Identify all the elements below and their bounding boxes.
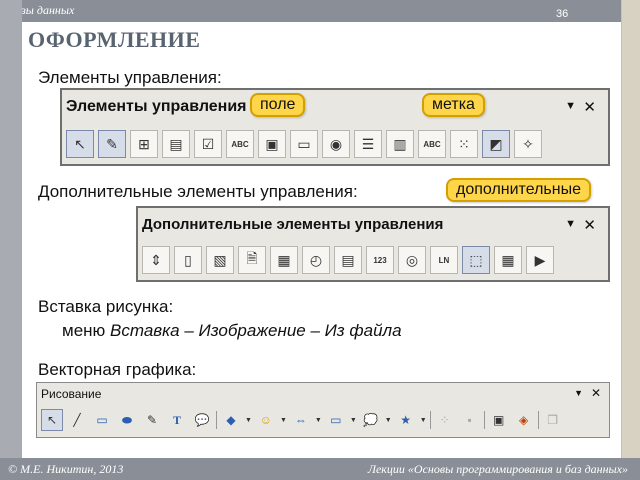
navigation-bar-icon[interactable]: ▶ [526,246,554,274]
numeric-field-icon[interactable]: ▤ [334,246,362,274]
stars-icon[interactable]: ★ [395,409,417,431]
separator [483,411,485,429]
separator [216,411,217,429]
text-glyph: T [172,412,181,427]
basic-shapes-icon[interactable]: ◆ [220,409,242,431]
form-controls-toolbar: Элементы управления ▼ ✕ ↖ ✎ ⊞ ▤ ☑ ABC ▣ … [60,88,610,166]
slide-title: ОФОРМЛЕНИЕ [28,27,201,52]
table-control-icon[interactable]: ▦ [494,246,522,274]
callout-label: метка [422,93,485,117]
spin-button-icon[interactable]: ⇕ [142,246,170,274]
push-button-icon[interactable]: ▭ [290,130,318,158]
design-mode-icon[interactable]: ✎ [98,130,126,158]
label-icon[interactable]: ABC [418,130,446,158]
menu-path-line: меню Вставка – Изображение – Из файла [62,321,402,341]
slide-top-bar: Базы данных [0,0,640,22]
scrollbar-icon[interactable]: ▯ [174,246,202,274]
toolbar-buttons: ↖ ╱ ▭ ⬬ ✎ T 💬 ◆ ▼ ☺ ▼ ⇔ ▼ ▭ ▼ 💭 ▼ ★ ▼ ⁘ ▪ ▣ ◈ … [41,409,564,431]
dropdown-arrow-icon[interactable]: ▼ [350,417,357,424]
slide-bottom-bar: © М.Е. Никитин, 2013 Лекции «Основы прог… [0,458,640,480]
properties-icon[interactable]: ▤ [162,130,190,158]
symbol-shapes-icon[interactable]: ☺ [255,409,277,431]
date-field-icon[interactable]: ▦ [270,246,298,274]
pattern-glyph: LN [438,255,450,265]
menu-path: Вставка – Изображение – Из файла [110,321,402,340]
slide-right-bar [621,0,640,480]
points-icon[interactable]: ⁘ [434,409,456,431]
combobox-icon[interactable]: ▥ [386,130,414,158]
from-file-icon[interactable]: ◈ [513,409,535,431]
file-selection-icon[interactable]: 🗎 [238,246,266,274]
more-controls-toolbar: Дополнительные элементы управления ▼ ✕ ⇕… [136,206,610,282]
image-control-icon[interactable]: ▧ [206,246,234,274]
dropdown-arrow-icon[interactable]: ▼ [280,417,287,424]
formatted-glyph: 123 [373,255,387,265]
textbox-icon[interactable]: ABC [226,130,254,158]
extra-controls-label: Дополнительные элементы управления: [38,182,358,201]
toolbar-menu-icon[interactable]: ▼ [565,218,576,230]
callout-icon[interactable]: 💬 [191,409,213,431]
extrusion-icon[interactable]: ❐ [542,409,564,431]
menu-prefix: меню [62,321,111,340]
block-arrows-icon[interactable]: ⇔ [290,409,312,431]
callout-field: поле [250,93,306,117]
footer-course: Лекции «Основы программирования и баз да… [367,462,628,476]
flowchart-icon[interactable]: ▭ [325,409,347,431]
more-controls-icon[interactable]: ⁙ [450,130,478,158]
dropdown-arrow-icon[interactable]: ▼ [245,417,252,424]
wizards-icon[interactable]: ✧ [514,130,542,158]
pointer-icon[interactable]: ↖ [66,130,94,158]
toolbar-title: Дополнительные элементы управления [142,216,444,233]
dropdown-arrow-icon[interactable]: ▼ [385,417,392,424]
toolbar-menu-icon[interactable]: ▼ [565,100,576,112]
glue-points-icon[interactable]: ▪ [459,409,481,431]
toolbar-buttons: ⇕ ▯ ▧ 🗎 ▦ ◴ ▤ 123 ◎ LN ⬚ ▦ ▶ [142,246,554,274]
separator [537,411,539,429]
option-button-icon[interactable]: ◉ [322,130,350,158]
fontwork-icon[interactable]: ▣ [488,409,510,431]
toolbar-menu-icon[interactable]: ▼ [574,388,583,398]
controls-label: Элементы управления: [38,68,222,87]
rectangle-icon[interactable]: ▭ [91,409,113,431]
line-icon[interactable]: ╱ [66,409,88,431]
insert-picture-label: Вставка рисунка: [38,297,174,316]
currency-field-icon[interactable]: ◎ [398,246,426,274]
slide-left-bar [0,0,22,480]
form-icon[interactable]: ⊞ [130,130,158,158]
toolbar-close-icon[interactable]: ✕ [583,216,596,234]
freeform-icon[interactable]: ✎ [141,409,163,431]
label-glyph: ABC [423,139,441,149]
dropdown-arrow-icon[interactable]: ▼ [315,417,322,424]
text-icon[interactable]: T [166,409,188,431]
textbox-glyph: ABC [231,139,249,149]
toolbar-close-icon[interactable]: ✕ [591,386,601,400]
toolbar-buttons: ↖ ✎ ⊞ ▤ ☑ ABC ▣ ▭ ◉ ☰ ▥ ABC ⁙ ◩ ✧ [66,130,542,158]
toolbar-close-icon[interactable]: ✕ [583,98,596,116]
callouts-icon[interactable]: 💭 [360,409,382,431]
ellipse-icon[interactable]: ⬬ [116,409,138,431]
group-box-icon[interactable]: ⬚ [462,246,490,274]
dropdown-arrow-icon[interactable]: ▼ [420,417,427,424]
time-field-icon[interactable]: ◴ [302,246,330,274]
callout-extra: дополнительные [446,178,591,202]
listbox-icon[interactable]: ☰ [354,130,382,158]
separator [429,411,431,429]
vector-label: Векторная графика: [38,360,197,379]
checkbox-icon[interactable]: ☑ [194,130,222,158]
drawing-toolbar: Рисование ▼ ✕ ↖ ╱ ▭ ⬬ ✎ T 💬 ◆ ▼ ☺ ▼ ⇔ ▼ ▭ ▼ … [36,382,610,438]
formatted-field-icon[interactable]: 123 [366,246,394,274]
page-number: 36 [556,8,569,20]
form-design-icon[interactable]: ◩ [482,130,510,158]
toolbar-title: Рисование [41,387,102,401]
footer-author: © М.Е. Никитин, 2013 [8,462,124,476]
pattern-field-icon[interactable]: LN [430,246,458,274]
select-icon[interactable]: ↖ [41,409,63,431]
image-button-icon[interactable]: ▣ [258,130,286,158]
